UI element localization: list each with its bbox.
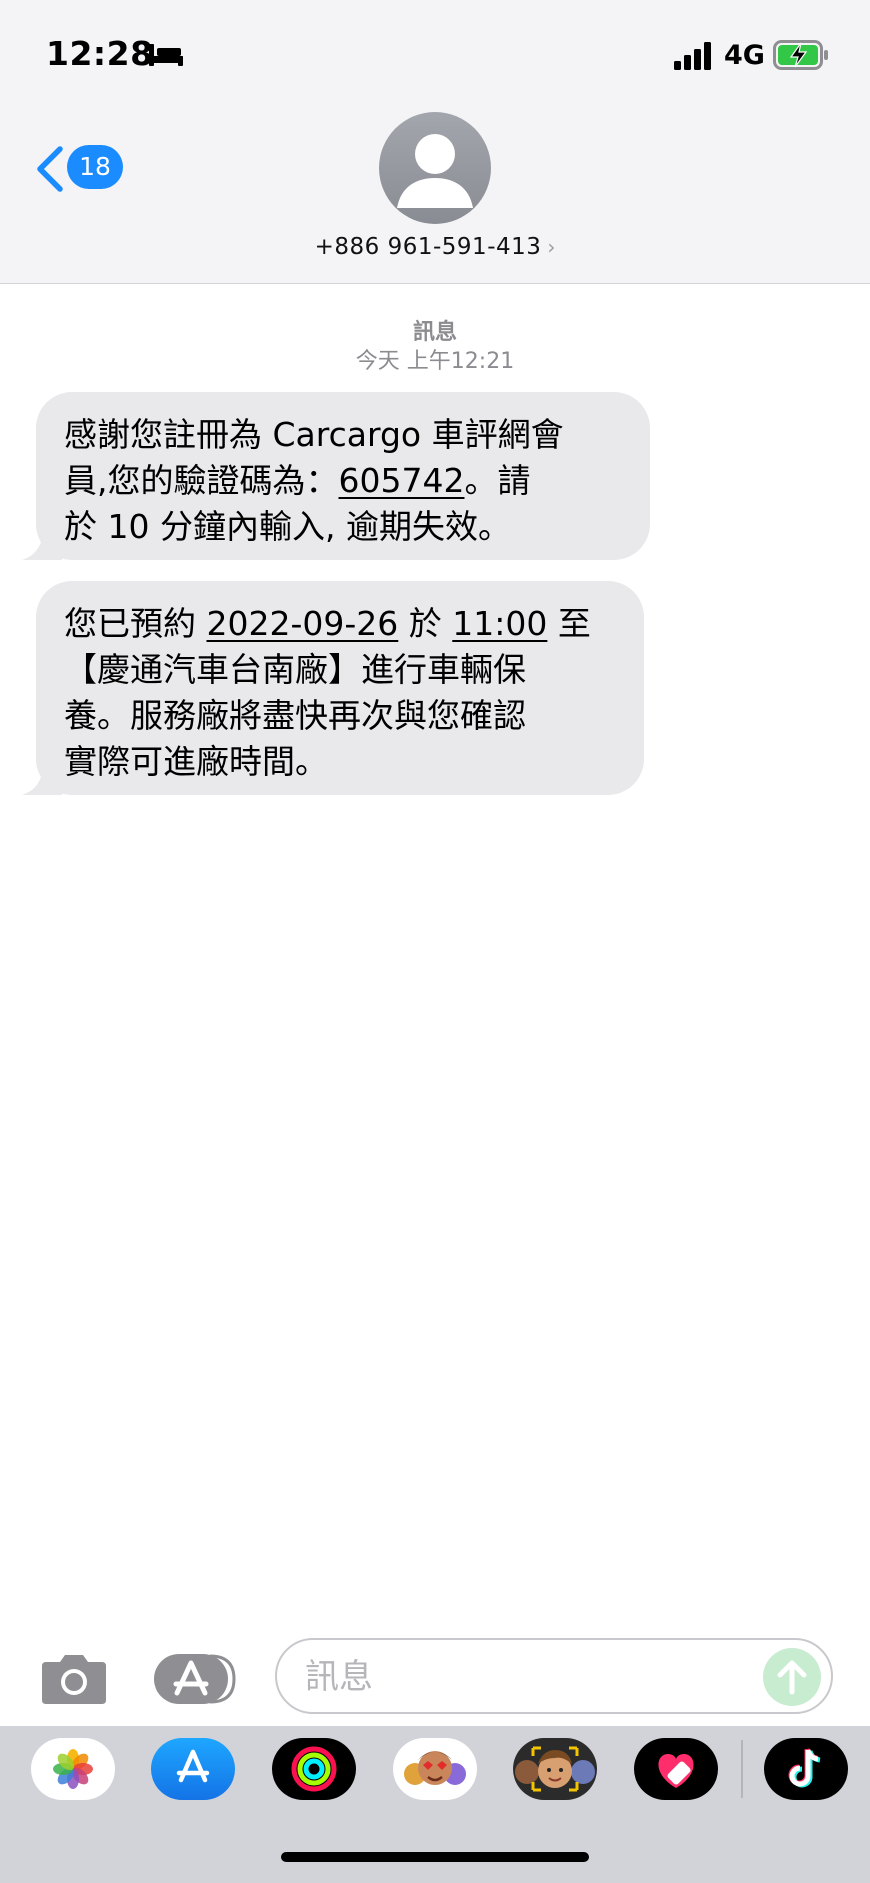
heart-app-button[interactable] (634, 1738, 718, 1800)
message-input-field[interactable] (275, 1638, 833, 1714)
chevron-right-icon: › (547, 235, 556, 259)
memoji-stickers-app-button[interactable] (393, 1738, 477, 1800)
memoji-stickers-icon (404, 1751, 466, 1785)
camera-icon (42, 1655, 106, 1704)
contact-number: +886 961-591-413 (314, 234, 542, 260)
status-time: 12:28 (46, 34, 154, 73)
cellular-signal-icon (674, 42, 711, 70)
activity-icon (291, 1746, 337, 1792)
tiktok-app-button[interactable] (764, 1738, 848, 1800)
app-store-icon (154, 1654, 236, 1704)
arrow-up-icon (777, 1660, 807, 1695)
network-type: 4G (724, 40, 765, 71)
thread-service-label: 訊息 (412, 320, 457, 345)
message-input[interactable] (305, 1652, 745, 1702)
message-bubble[interactable]: 您已預約 2022-09-26 於 11:00 至 【慶通汽車台南廠】進行車輛保… (22, 581, 644, 795)
bubble-tail (22, 763, 62, 795)
photos-app-button[interactable] (31, 1738, 115, 1800)
chevron-left-icon (37, 146, 63, 192)
activity-app-button[interactable] (272, 1738, 356, 1800)
conversation-header: 12:28 4G 18 +886 961-591-413 › (0, 0, 870, 284)
message-line: 實際可進廠時間。 (64, 742, 328, 781)
contact-avatar[interactable] (379, 112, 491, 224)
message-line: 感謝您註冊為 Carcargo 車評網會 (64, 415, 564, 454)
memoji-icon (515, 1746, 595, 1792)
messages-screen: 12:28 4G 18 +886 961-591-413 › 訊息 今天 上午1… (0, 0, 870, 1883)
back-button[interactable]: 18 (34, 140, 126, 196)
camera-button[interactable] (40, 1652, 108, 1706)
heart-app-icon (658, 1754, 694, 1788)
imessage-app-drawer (0, 1726, 870, 1883)
send-button[interactable] (763, 1648, 821, 1706)
app-store-app-button[interactable] (151, 1738, 235, 1800)
bed-icon (149, 44, 183, 66)
contact-details-link[interactable]: +886 961-591-413 › (0, 234, 870, 260)
message-line: 於 10 分鐘內輸入, 逾期失效。 (64, 507, 511, 546)
bubble-tail (22, 528, 62, 560)
thread-timestamp: 今天 上午12:21 (355, 349, 515, 374)
photos-icon (53, 1749, 93, 1789)
time-link[interactable]: 11:00 (452, 604, 547, 643)
unread-count-badge: 18 (67, 145, 123, 189)
date-link[interactable]: 2022-09-26 (207, 604, 399, 643)
tiktok-icon (788, 1748, 821, 1788)
verification-code-link[interactable]: 605742 (339, 461, 465, 500)
battery-charging-icon (773, 40, 828, 70)
message-line: 您已預約 2022-09-26 於 11:00 至 (64, 604, 591, 643)
person-silhouette-icon (397, 134, 473, 208)
app-store-icon (176, 1749, 210, 1783)
message-bubble[interactable]: 感謝您註冊為 Carcargo 車評網會 員,您的驗證碼為：605742。請 於… (22, 392, 650, 560)
memoji-app-button[interactable] (513, 1738, 597, 1800)
home-indicator[interactable] (281, 1852, 589, 1862)
app-store-button[interactable] (154, 1650, 238, 1708)
app-drawer-divider (741, 1740, 743, 1798)
message-line: 養。服務廠將盡快再次與您確認 (64, 696, 526, 735)
message-line: 員,您的驗證碼為：605742。請 (64, 461, 531, 500)
message-line: 【慶通汽車台南廠】進行車輛保 (64, 650, 526, 689)
